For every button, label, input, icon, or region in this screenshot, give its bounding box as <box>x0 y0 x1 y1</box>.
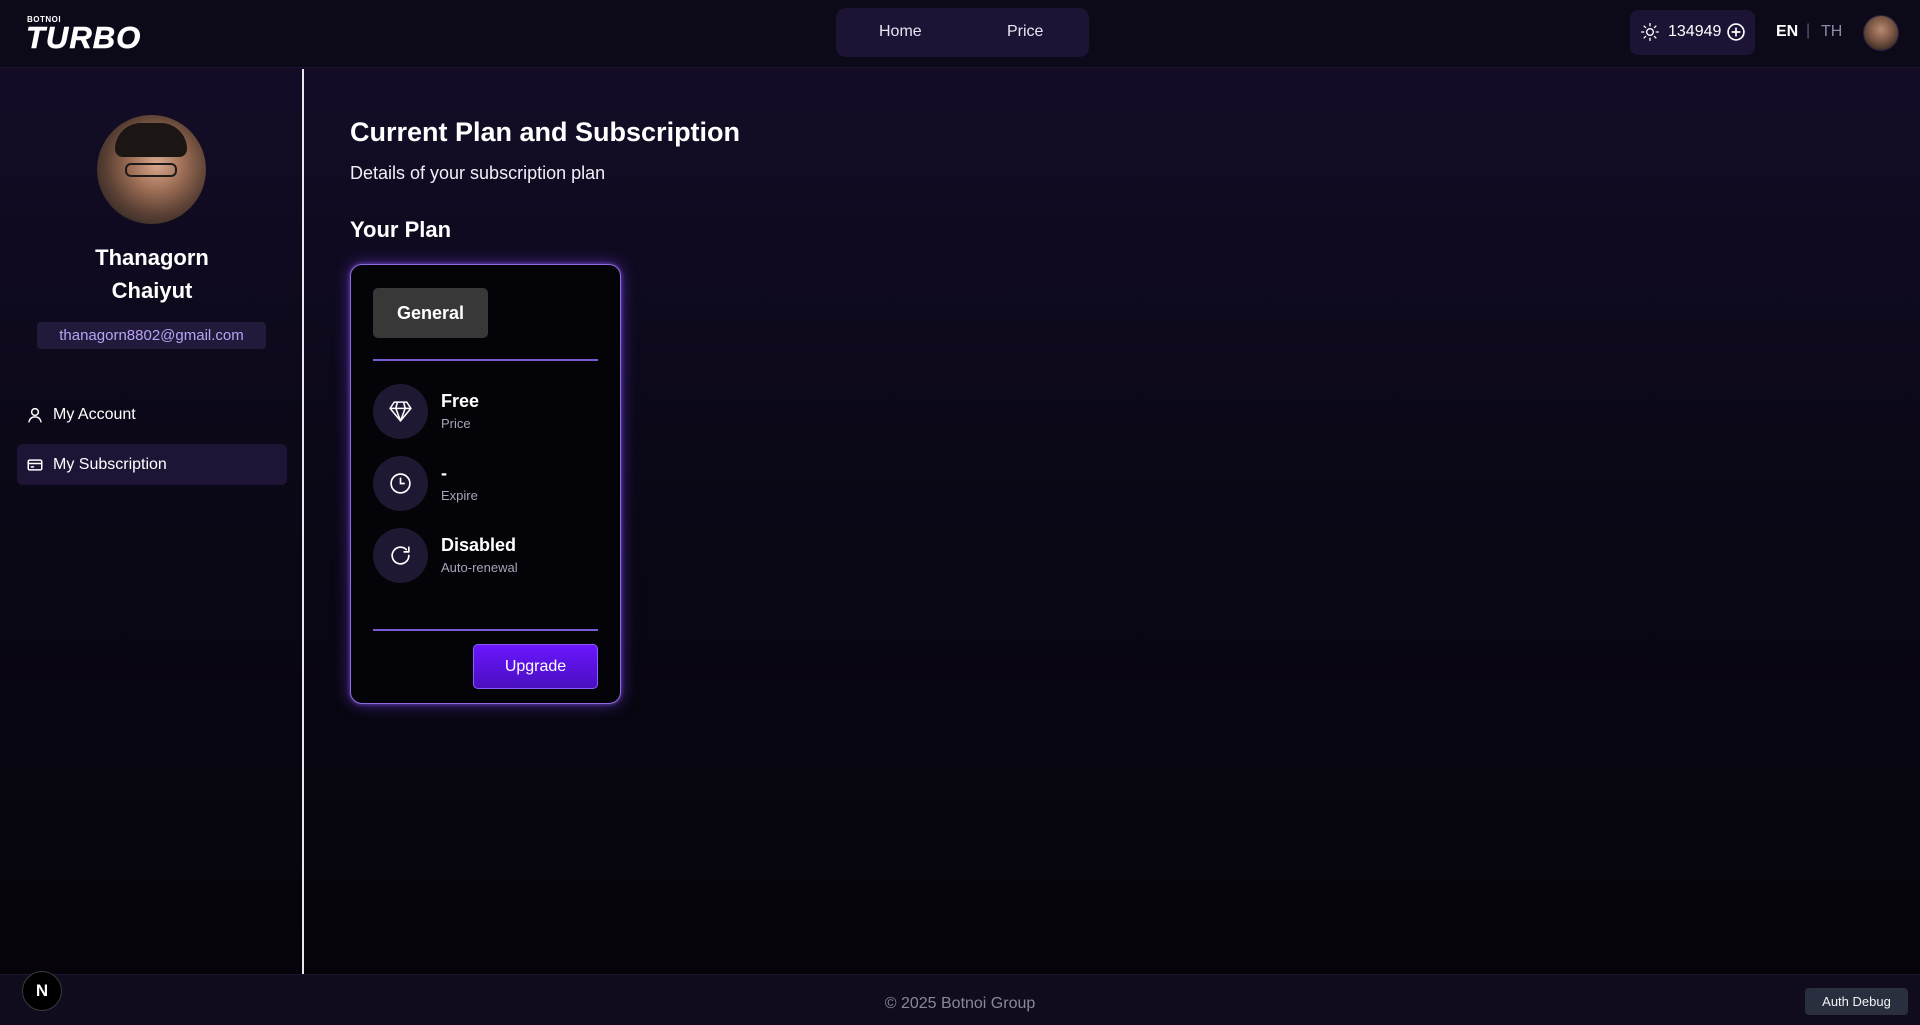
section-title-your-plan: Your Plan <box>350 217 452 242</box>
lang-en-toggle[interactable]: EN <box>1776 23 1798 41</box>
sidebar-item-my-account[interactable]: My Account <box>17 394 287 435</box>
credit-card-icon <box>27 459 43 471</box>
plan-card: General Free Price - Expire Disabled Aut… <box>350 264 621 704</box>
footer-copyright: © 2025 Botnoi Group <box>884 995 1036 1012</box>
user-icon <box>28 407 42 423</box>
credits-amount: 134949 <box>1668 23 1722 40</box>
profile-name: Thanagorn Chaiyut <box>95 245 209 303</box>
nav-home-link[interactable]: Home <box>879 23 922 41</box>
lang-th-toggle[interactable]: TH <box>1821 23 1842 41</box>
clock-icon <box>390 473 411 494</box>
sidebar-item-label: My Subscription <box>53 456 167 473</box>
botnoi-turbo-logo[interactable]: BOTNOI TURBO <box>26 14 192 54</box>
sidebar-item-label: My Account <box>53 406 136 423</box>
user-avatar[interactable] <box>1863 15 1899 51</box>
plan-renewal-label: Auto-renewal <box>441 560 518 575</box>
plan-renewal-value: Disabled <box>441 535 517 555</box>
divider <box>373 629 598 631</box>
page-title: Current Plan and Subscription <box>350 117 741 147</box>
profile-email: thanagorn8802@gmail.com <box>37 322 266 349</box>
plan-tier-badge: General <box>373 288 488 338</box>
main-nav: Home Price <box>836 8 1089 57</box>
plan-price-value: Free <box>441 391 480 411</box>
refresh-icon <box>391 546 410 565</box>
profile-avatar <box>97 115 206 224</box>
avatar-glasses-shape <box>125 163 177 177</box>
logo-brand-main: TURBO <box>26 20 142 55</box>
profile-sidebar: Thanagorn Chaiyut thanagorn8802@gmail.co… <box>0 69 304 974</box>
diamond-icon <box>389 401 412 422</box>
icon-circle <box>373 528 428 583</box>
plan-row-price: Free Price <box>373 384 603 440</box>
plan-expire-value: - <box>441 463 447 483</box>
icon-circle <box>373 456 428 511</box>
auth-debug-button[interactable]: Auth Debug <box>1805 988 1908 1015</box>
top-header: BOTNOI TURBO Home Price 134949 EN | TH <box>0 0 1920 68</box>
plan-row-expire: - Expire <box>373 456 603 512</box>
icon-circle <box>373 384 428 439</box>
sidebar-item-my-subscription[interactable]: My Subscription <box>17 444 287 485</box>
add-credits-icon[interactable] <box>1726 22 1746 42</box>
nextjs-dev-badge[interactable]: N <box>22 971 62 1011</box>
plan-price-label: Price <box>441 416 471 431</box>
page-subtitle: Details of your subscription plan <box>350 163 606 183</box>
nav-price-link[interactable]: Price <box>1007 23 1043 41</box>
lang-separator: | <box>1806 22 1811 39</box>
credits-widget: 134949 <box>1630 10 1755 55</box>
avatar-hair-shape <box>115 123 187 157</box>
divider <box>373 359 598 361</box>
plan-expire-label: Expire <box>441 488 478 503</box>
sun-icon <box>1641 23 1659 41</box>
upgrade-button[interactable]: Upgrade <box>473 644 598 689</box>
page-footer: © 2025 Botnoi Group <box>0 974 1920 1025</box>
plan-row-auto-renewal: Disabled Auto-renewal <box>373 528 603 584</box>
